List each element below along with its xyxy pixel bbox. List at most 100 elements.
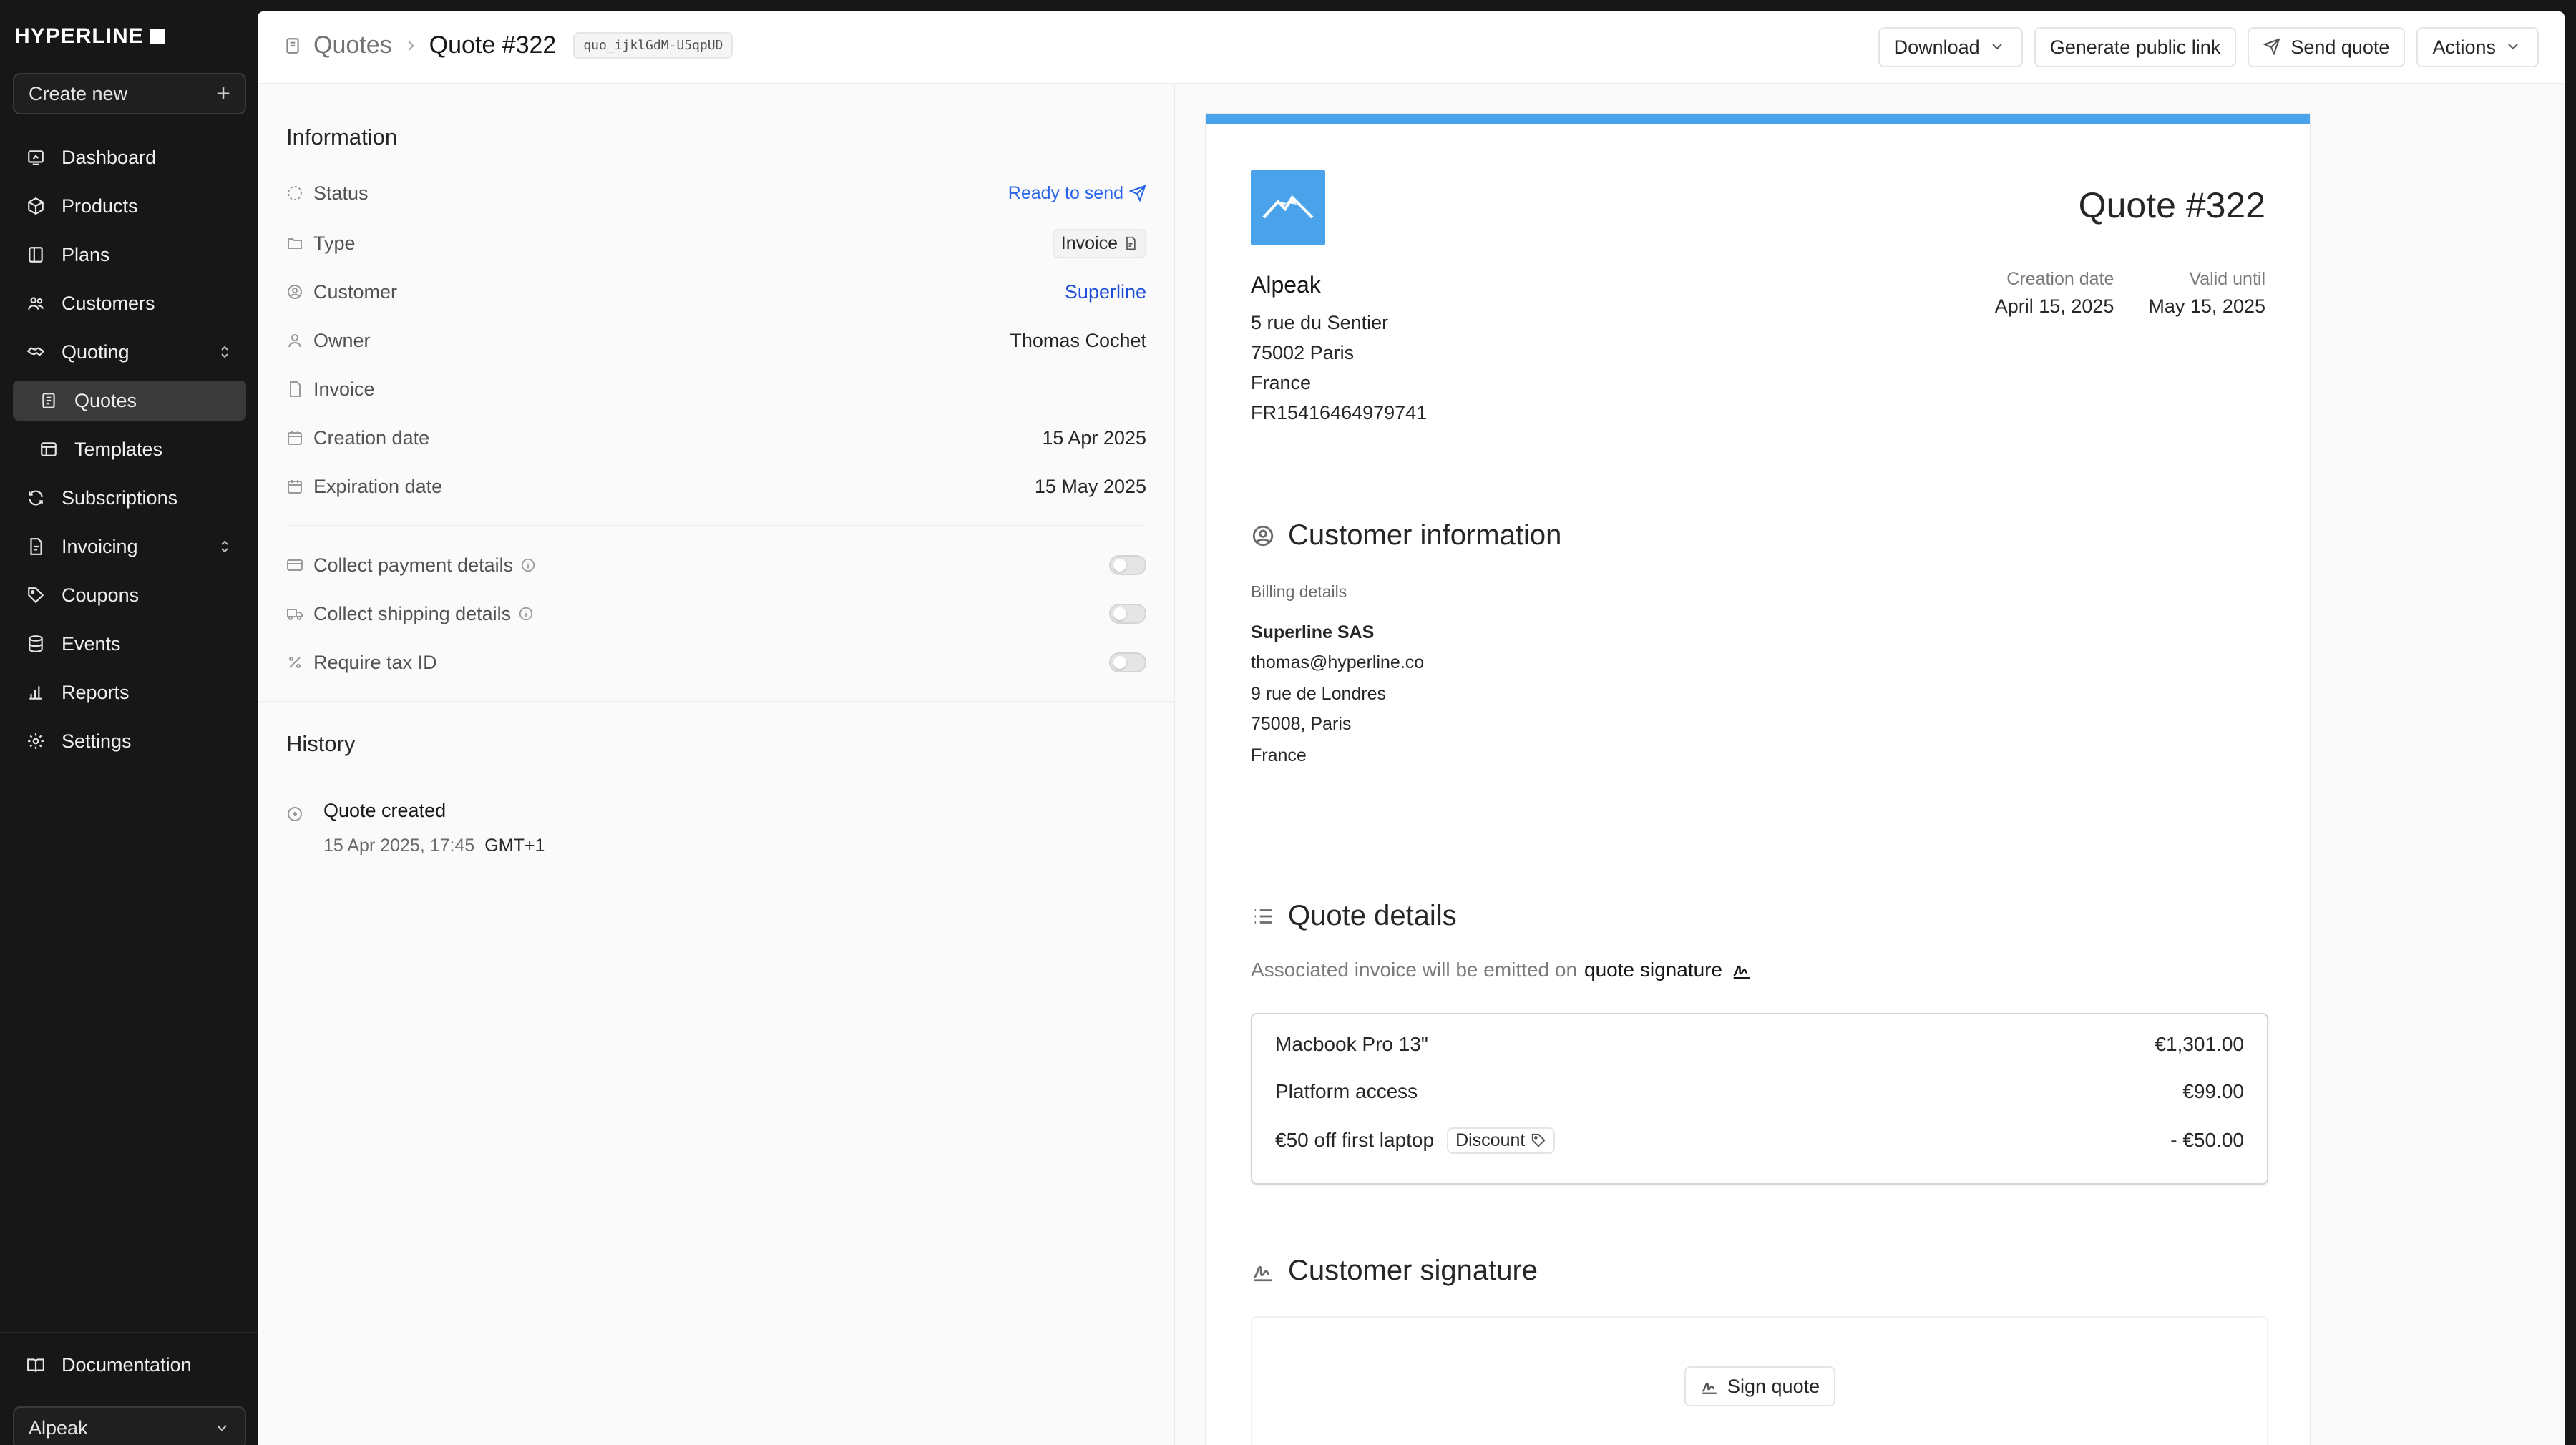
billing-company: Superline SAS — [1251, 622, 1375, 642]
valid-until-label: Valid until — [2189, 269, 2265, 289]
sidebar-item-plans[interactable]: Plans — [13, 235, 246, 275]
customer-signature-heading: Customer signature — [1251, 1255, 1538, 1287]
emit-note: Associated invoice will be emitted on qu… — [1251, 959, 1754, 981]
type-badge[interactable]: Invoice — [1052, 228, 1146, 258]
sidebar-item-invoicing[interactable]: Invoicing — [13, 526, 246, 567]
sidebar-item-quoting[interactable]: Quoting — [13, 332, 246, 372]
expiration-date-value[interactable]: 15 May 2025 — [1035, 476, 1146, 498]
owner-value[interactable]: Thomas Cochet — [1010, 330, 1146, 352]
company-address-line: France — [1251, 372, 1312, 393]
line-item-label: Macbook Pro 13" — [1275, 1033, 1428, 1055]
chevron-up-down-icon — [216, 538, 233, 555]
creation-date-row: Creation date 15 Apr 2025 — [286, 423, 1146, 452]
creation-date-value: 15 Apr 2025 — [1042, 426, 1146, 449]
box-icon — [26, 196, 46, 216]
sidebar-item-products[interactable]: Products — [13, 186, 246, 226]
line-item: €50 off first laptop Discount - €50.00 — [1275, 1126, 2244, 1155]
require-tax-toggle[interactable] — [1109, 652, 1146, 672]
sidebar-item-subscriptions[interactable]: Subscriptions — [13, 478, 246, 518]
topbar: Quotes Quote #322 quo_ijklGdM-U5qpUD Dow… — [258, 11, 2565, 84]
actions-button[interactable]: Actions — [2416, 27, 2539, 67]
sidebar-item-reports[interactable]: Reports — [13, 672, 246, 712]
database-icon — [26, 634, 46, 654]
sidebar-item-label: Plans — [62, 243, 110, 265]
require-tax-toggle-wrap — [1109, 652, 1146, 672]
billing-email: thomas@hyperline.co — [1251, 652, 1425, 672]
sidebar-item-customers[interactable]: Customers — [13, 283, 246, 323]
sidebar-item-label: Templates — [74, 438, 163, 460]
page-title: Quote #322 — [429, 31, 557, 59]
collect-payment-toggle[interactable] — [1109, 555, 1146, 575]
collect-payment-label: Collect payment details — [313, 554, 514, 576]
info-circle-icon[interactable] — [520, 557, 536, 573]
folder-icon — [286, 235, 303, 252]
valid-until-value: May 15, 2025 — [2148, 295, 2265, 317]
credit-card-icon — [286, 557, 303, 574]
collect-shipping-toggle-wrap — [1109, 604, 1146, 624]
handshake-icon — [26, 342, 46, 362]
sidebar-item-label: Reports — [62, 681, 130, 703]
sidebar-item-documentation[interactable]: Documentation — [13, 1345, 246, 1385]
user-circle-icon — [1251, 524, 1275, 548]
plus-icon: + — [216, 80, 230, 107]
sidebar-item-dashboard[interactable]: Dashboard — [13, 137, 246, 177]
company-vat: FR15416464979741 — [1251, 402, 1428, 423]
sidebar-item-quotes[interactable]: Quotes — [13, 381, 246, 421]
sidebar-item-events[interactable]: Events — [13, 624, 246, 664]
creation-date-block: Creation date April 15, 2025 — [1995, 269, 2114, 318]
workspace-switcher[interactable]: Alpeak — [13, 1406, 246, 1445]
customer-information-heading: Customer information — [1251, 519, 1561, 552]
type-row: Type Invoice — [286, 228, 1146, 258]
company-logo — [1251, 170, 1325, 245]
tag-icon — [1531, 1132, 1546, 1148]
emit-note-strong: quote signature — [1584, 959, 1723, 981]
customer-link[interactable]: Superline — [1065, 281, 1146, 303]
sidebar: HYPERLINE Create new + Dashboard Product… — [0, 0, 258, 1445]
user-circle-icon — [286, 283, 303, 300]
signature-icon — [1700, 1377, 1719, 1396]
info-circle-icon[interactable] — [518, 606, 534, 622]
create-new-label: Create new — [29, 82, 128, 104]
sidebar-item-settings[interactable]: Settings — [13, 721, 246, 761]
quote-id-badge[interactable]: quo_ijklGdM-U5qpUD — [573, 32, 733, 59]
dashboard-icon — [26, 147, 46, 167]
line-items: Macbook Pro 13" €1,301.00 Platform acces… — [1251, 1013, 2268, 1185]
send-icon — [1129, 185, 1146, 202]
create-new-button[interactable]: Create new + — [13, 73, 246, 114]
customer-signature-title: Customer signature — [1288, 1255, 1538, 1286]
owner-row: Owner Thomas Cochet — [286, 326, 1146, 355]
sidebar-item-templates[interactable]: Templates — [13, 429, 246, 469]
public-link-label: Generate public link — [2049, 36, 2221, 58]
brand-logo[interactable]: HYPERLINE — [14, 24, 165, 48]
sidebar-item-label: Coupons — [62, 584, 140, 606]
signature-box: Sign quote — [1251, 1316, 2268, 1445]
breadcrumb-quotes[interactable]: Quotes — [313, 31, 392, 59]
sidebar-item-coupons[interactable]: Coupons — [13, 575, 246, 615]
brand-name: HYPERLINE — [14, 24, 144, 48]
sidebar-item-label: Quotes — [74, 389, 137, 411]
users-icon — [26, 293, 46, 313]
download-button[interactable]: Download — [1878, 27, 2023, 67]
quote-details-heading: Quote details — [1251, 900, 1457, 932]
truck-icon — [286, 605, 303, 622]
status-badge[interactable]: Ready to send — [1008, 183, 1146, 204]
sidebar-item-label: Invoicing — [62, 535, 138, 557]
invoice-icon — [26, 537, 46, 557]
signature-icon — [1251, 1259, 1275, 1283]
sidebar-item-label: Subscriptions — [62, 486, 178, 509]
send-quote-label: Send quote — [2290, 36, 2390, 58]
company-address-line: 75002 Paris — [1251, 342, 1355, 363]
status-value: Ready to send — [1008, 182, 1123, 203]
send-quote-button[interactable]: Send quote — [2248, 27, 2406, 67]
line-item-amount: €1,301.00 — [2155, 1033, 2244, 1055]
workspace-name: Alpeak — [29, 1416, 88, 1439]
billing-address-line: 75008, Paris — [1251, 714, 1352, 734]
collect-shipping-label: Collect shipping details — [313, 602, 512, 624]
send-icon — [2263, 38, 2282, 57]
quote-doc-icon — [283, 35, 302, 57]
line-item-label: €50 off first laptop — [1275, 1129, 1435, 1151]
collect-shipping-toggle[interactable] — [1109, 604, 1146, 624]
generate-public-link-button[interactable]: Generate public link — [2034, 27, 2237, 67]
sign-quote-button[interactable]: Sign quote — [1684, 1366, 1836, 1406]
calendar-icon — [286, 478, 303, 495]
